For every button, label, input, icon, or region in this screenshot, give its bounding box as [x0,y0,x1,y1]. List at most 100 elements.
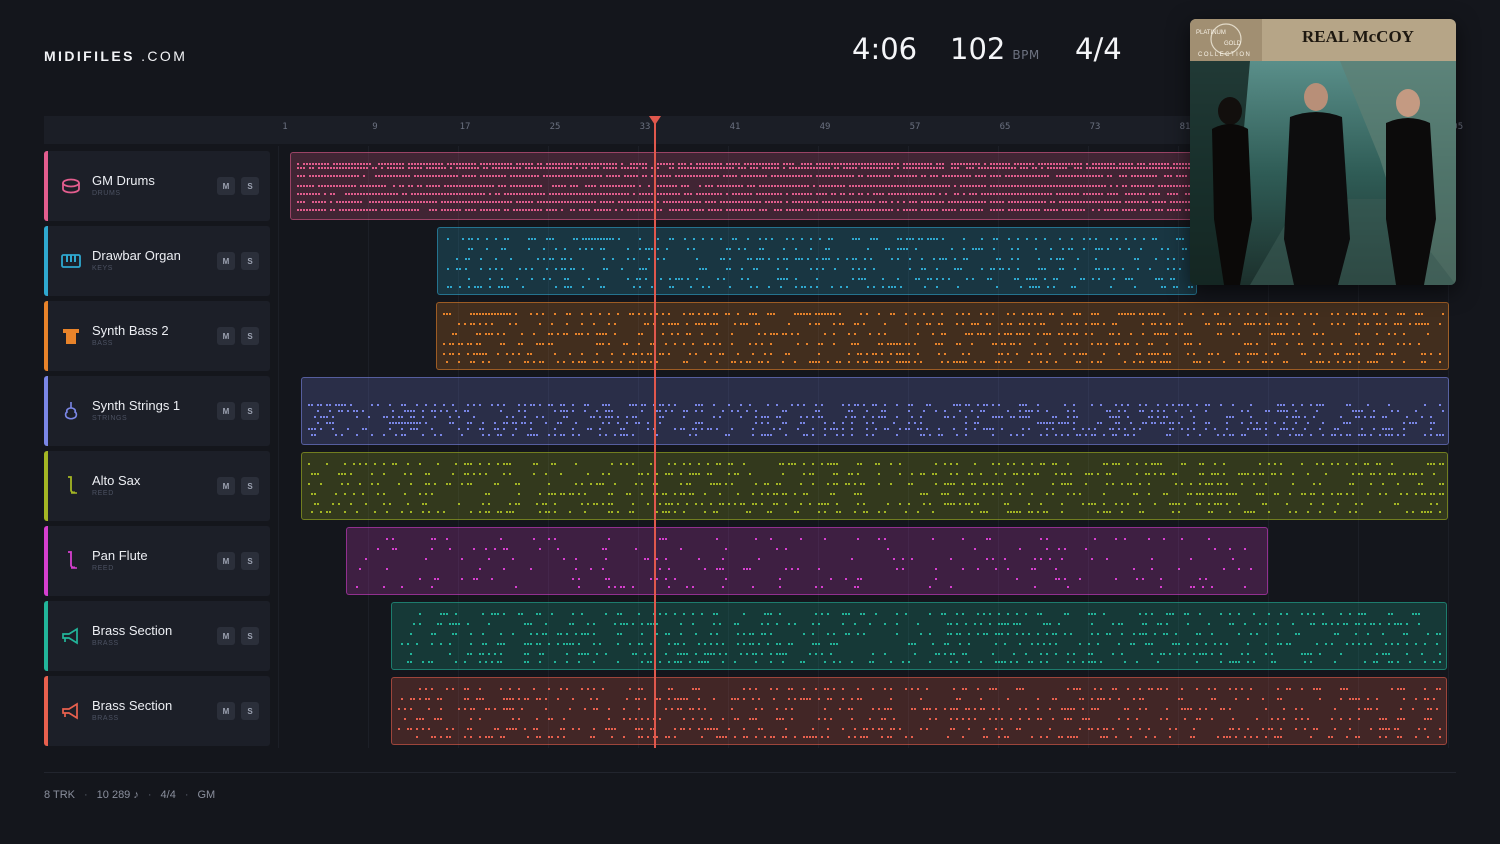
note-mark [1358,323,1360,325]
note-mark [675,201,677,203]
note-mark [1202,313,1204,315]
track-header[interactable]: Synth Strings 1 STRINGS M S [44,376,270,446]
note-mark [323,416,325,418]
note-mark [888,163,890,165]
note-mark [1017,248,1019,250]
note-mark [876,167,878,169]
note-mark [522,175,524,177]
track-header[interactable]: Pan Flute REED M S [44,526,270,596]
solo-button[interactable]: S [241,477,259,495]
mute-button[interactable]: M [217,252,235,270]
note-mark [899,463,901,465]
note-mark [920,428,922,430]
note-mark [704,568,706,570]
note-mark [1017,209,1019,211]
note-mark [663,163,665,165]
note-mark [576,185,578,187]
mute-button[interactable]: M [217,552,235,570]
note-mark [551,613,553,615]
note-mark [876,175,878,177]
note-mark [633,175,635,177]
note-mark [1190,586,1192,588]
note-mark [1131,278,1133,280]
solo-button[interactable]: S [241,177,259,195]
note-mark [690,175,692,177]
solo-button[interactable]: S [241,252,259,270]
note-mark [818,643,820,645]
mute-button[interactable]: M [217,177,235,195]
note-mark [399,201,401,203]
note-mark [1067,333,1069,335]
note-mark [930,209,932,211]
note-mark [314,493,316,495]
note-mark [558,193,560,195]
midi-clip[interactable] [437,227,1197,295]
mute-button[interactable]: M [217,327,235,345]
note-mark [572,404,574,406]
note-mark [1220,323,1222,325]
note-mark [539,511,541,513]
note-mark [413,623,415,625]
solo-button[interactable]: S [241,552,259,570]
mute-button[interactable]: M [217,702,235,720]
note-mark [1029,201,1031,203]
note-mark [1184,503,1186,505]
note-mark [1161,201,1163,203]
note-mark [938,428,940,430]
mute-button[interactable]: M [217,627,235,645]
note-mark [974,493,976,495]
note-mark [1151,463,1153,465]
note-mark [1031,493,1033,495]
note-mark [737,473,739,475]
note-mark [993,185,995,187]
note-mark [482,361,484,363]
note-mark [686,483,688,485]
track-header[interactable]: Alto Sax REED M S [44,451,270,521]
note-mark [1394,333,1396,335]
track-header[interactable]: Brass Section BRASS M S [44,601,270,671]
note-mark [465,185,467,187]
note-mark [788,623,790,625]
solo-button[interactable]: S [241,702,259,720]
note-mark [1028,416,1030,418]
note-mark [611,511,613,513]
solo-button[interactable]: S [241,327,259,345]
note-mark [629,313,631,315]
note-mark [866,428,868,430]
note-mark [777,163,779,165]
note-mark [822,209,824,211]
mute-button[interactable]: M [217,477,235,495]
note-mark [1403,343,1405,345]
midi-clip[interactable] [290,152,1200,220]
note-mark [756,258,758,260]
midi-clip[interactable] [391,602,1447,670]
note-mark [554,661,556,663]
note-mark [810,175,812,177]
midi-clip[interactable] [436,302,1449,370]
solo-button[interactable]: S [241,402,259,420]
note-mark [1169,503,1171,505]
midi-clip[interactable] [301,452,1448,520]
note-mark [504,193,506,195]
note-mark [972,278,974,280]
note-mark [500,653,502,655]
track-header[interactable]: Brass Section BRASS M S [44,676,270,746]
midi-clip[interactable] [301,377,1449,445]
note-mark [596,483,598,485]
note-mark [1050,209,1052,211]
track-header[interactable]: GM Drums DRUMS M S [44,151,270,221]
mute-button[interactable]: M [217,402,235,420]
solo-button[interactable]: S [241,627,259,645]
note-mark [834,268,836,270]
note-mark [911,473,913,475]
note-mark [977,416,979,418]
midi-clip[interactable] [346,527,1268,595]
note-mark [459,268,461,270]
note-mark [969,193,971,195]
note-mark [783,278,785,280]
note-mark [912,167,914,169]
track-header[interactable]: Drawbar Organ KEYS M S [44,226,270,296]
track-header[interactable]: Synth Bass 2 BASS M S [44,301,270,371]
note-mark [999,167,1001,169]
note-mark [951,209,953,211]
